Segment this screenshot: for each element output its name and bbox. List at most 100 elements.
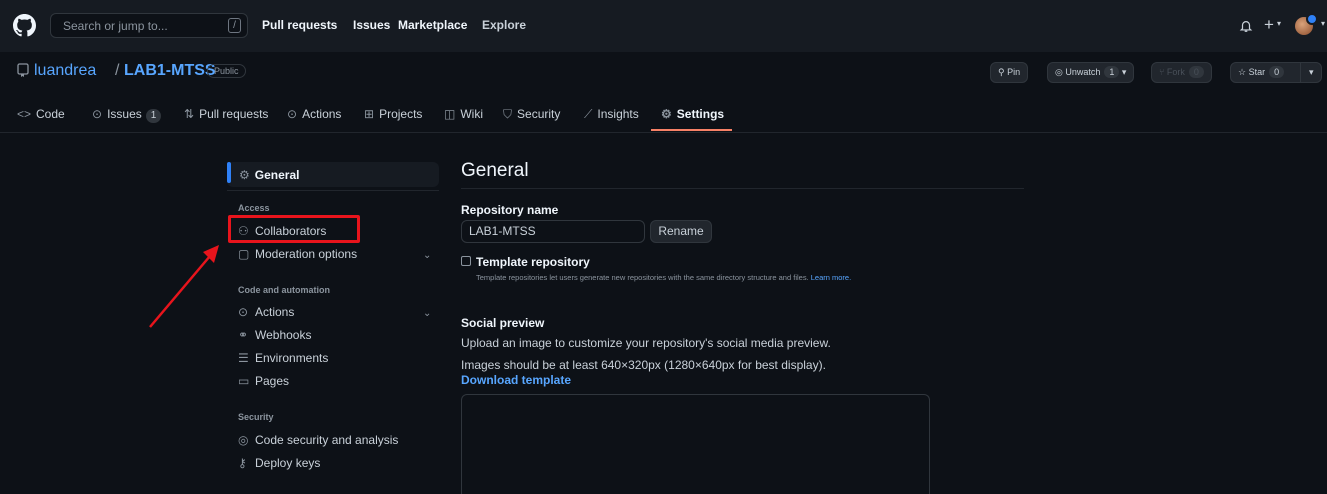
gear-icon: ⚙ — [239, 168, 250, 182]
annotation-highlight-box — [228, 215, 360, 243]
star-icon: ☆ — [1238, 67, 1247, 77]
issues-count: 1 — [145, 109, 162, 123]
browser-icon: ▭ — [238, 374, 250, 388]
page-title: General — [461, 160, 529, 181]
tab-code[interactable]: <> Code — [17, 107, 65, 121]
sidebar-group-security: Security — [238, 412, 274, 422]
social-preview-title: Social preview — [461, 316, 545, 330]
repo-header: luandrea / LAB1-MTSS Public ⚲ Pin ◎ Unwa… — [0, 52, 1327, 133]
code-icon: <> — [17, 107, 32, 121]
nav-pull-requests[interactable]: Pull requests — [262, 18, 337, 32]
visibility-badge: Public — [207, 64, 246, 78]
tab-code-label: Code — [36, 107, 65, 121]
search-placeholder: Search or jump to... — [63, 19, 168, 33]
star-dropdown-icon[interactable]: ▾ — [1309, 63, 1314, 82]
fork-icon: ⑂ — [1159, 67, 1165, 77]
sidebar-deploy-keys-label: Deploy keys — [255, 456, 321, 470]
plus-icon[interactable]: + — [1264, 15, 1274, 35]
slash-shortcut-icon: / — [228, 18, 241, 33]
sidebar-item-code-security[interactable]: ◎ Code security and analysis — [238, 433, 398, 447]
tab-actions-label: Actions — [302, 107, 342, 121]
repo-name-label: Repository name — [461, 203, 559, 217]
pin-label: Pin — [1007, 67, 1021, 77]
tab-security-label: Security — [517, 107, 561, 121]
title-divider — [461, 188, 1024, 189]
key-icon: ⚷ — [238, 456, 247, 470]
tab-issues[interactable]: ⊙ Issues 1 — [92, 107, 162, 123]
tab-settings[interactable]: ⚙ Settings — [661, 107, 724, 121]
sidebar-item-deploy-keys[interactable]: ⚷ Deploy keys — [238, 456, 320, 470]
tab-actions[interactable]: ⊙ Actions — [287, 107, 341, 121]
global-header: Search or jump to... / Pull requests Iss… — [0, 0, 1327, 53]
github-logo-icon[interactable] — [13, 14, 36, 37]
fork-button[interactable]: ⑂ Fork 0 — [1151, 62, 1212, 83]
tab-wiki-label: Wiki — [460, 107, 484, 121]
tab-pulls-label: Pull requests — [199, 107, 269, 121]
chevron-down-icon[interactable]: ⌄ — [423, 250, 431, 261]
tab-security[interactable]: ⛉ Security — [503, 107, 560, 122]
play-icon: ⊙ — [238, 305, 249, 319]
fork-count: 0 — [1188, 66, 1204, 78]
repo-name-input[interactable]: LAB1-MTSS — [461, 220, 645, 243]
pin-button[interactable]: ⚲ Pin — [990, 62, 1029, 83]
server-icon: ☰ — [238, 351, 249, 365]
search-input[interactable]: Search or jump to... / — [50, 13, 248, 38]
rename-button[interactable]: Rename — [650, 220, 712, 243]
star-label: Star — [1248, 67, 1266, 77]
tab-issues-label: Issues — [107, 107, 142, 121]
download-template-link[interactable]: Download template — [461, 373, 571, 387]
sidebar-item-moderation[interactable]: ▢ Moderation options — [238, 247, 357, 261]
chevron-down-icon[interactable]: ▾ — [1277, 19, 1281, 28]
template-repository-label: Template repository — [476, 255, 590, 269]
tab-pull-requests[interactable]: ⇅ Pull requests — [184, 107, 268, 121]
repo-owner-link[interactable]: luandrea — [34, 62, 96, 80]
sidebar-item-actions[interactable]: ⊙ Actions — [238, 305, 294, 319]
nav-marketplace[interactable]: Marketplace — [398, 18, 467, 32]
star-count: 0 — [1269, 66, 1285, 78]
eye-icon: ◎ — [1055, 67, 1063, 77]
sidebar-group-access: Access — [238, 203, 270, 213]
repo-name-link[interactable]: LAB1-MTSS — [124, 62, 216, 80]
learn-more-link[interactable]: Learn more. — [811, 273, 851, 282]
template-help-body: Template repositories let users generate… — [476, 273, 809, 282]
tab-projects[interactable]: ⊞ Projects — [364, 107, 422, 121]
sidebar-item-pages[interactable]: ▭ Pages — [238, 374, 289, 388]
comment-icon: ▢ — [238, 247, 250, 261]
sidebar-general-label: General — [254, 168, 300, 182]
gear-icon: ⚙ — [661, 107, 672, 121]
sidebar-group-code: Code and automation — [238, 285, 330, 295]
social-preview-description: Upload an image to customize your reposi… — [461, 336, 831, 350]
tab-settings-label: Settings — [676, 107, 725, 121]
social-preview-dropzone[interactable] — [461, 394, 930, 494]
star-button[interactable]: ☆ Star 0 ▾ — [1230, 62, 1322, 83]
sidebar-moderation-label: Moderation options — [255, 247, 358, 261]
sidebar-webhooks-label: Webhooks — [255, 328, 312, 342]
pin-icon: ⚲ — [998, 67, 1005, 77]
tab-wiki[interactable]: ◫ Wiki — [444, 107, 483, 121]
sidebar-item-general[interactable]: ⚙ General — [227, 162, 439, 187]
nav-issues[interactable]: Issues — [353, 18, 390, 32]
template-repository-checkbox[interactable] — [461, 256, 471, 266]
social-preview-size-hint: Images should be at least 640×320px (128… — [461, 358, 826, 372]
repo-icon — [17, 63, 29, 77]
sidebar-item-environments[interactable]: ☰ Environments — [238, 351, 328, 365]
issue-icon: ⊙ — [92, 107, 103, 121]
tab-insights[interactable]: ⟋ Insights — [584, 107, 639, 122]
unwatch-button[interactable]: ◎ Unwatch 1 ▾ — [1047, 62, 1135, 83]
shield-icon: ⛉ — [503, 107, 513, 121]
pull-request-icon: ⇅ — [184, 107, 195, 121]
codescan-icon: ◎ — [238, 433, 249, 447]
nav-explore[interactable]: Explore — [482, 18, 526, 32]
sidebar-pages-label: Pages — [255, 374, 290, 388]
bell-icon[interactable] — [1239, 18, 1253, 34]
book-icon: ◫ — [444, 107, 456, 121]
sidebar-divider — [227, 190, 439, 191]
tab-projects-label: Projects — [379, 107, 423, 121]
sidebar-item-webhooks[interactable]: ⚭ Webhooks — [238, 328, 311, 342]
template-help-text: Template repositories let users generate… — [476, 273, 851, 282]
chevron-down-icon[interactable]: ⌄ — [423, 308, 431, 319]
fork-label: Fork — [1166, 67, 1185, 77]
avatar-caret-icon[interactable]: ▾ — [1321, 19, 1325, 28]
sidebar-code-security-label: Code security and analysis — [255, 433, 399, 447]
notification-dot-icon — [1306, 13, 1318, 25]
